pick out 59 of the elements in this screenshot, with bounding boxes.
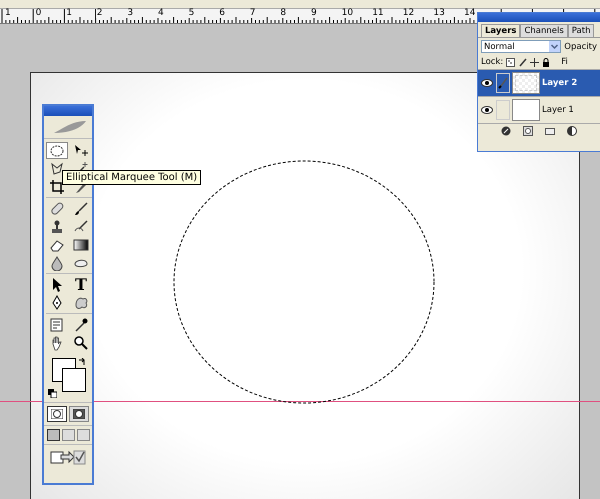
ruler-label: 8 <box>279 9 288 18</box>
fill-label: Fi <box>561 57 568 67</box>
brush-icon[interactable] <box>73 200 89 216</box>
ruler-label: 12 <box>402 9 416 18</box>
ruler-label: 1 <box>65 9 73 18</box>
padlock-icon[interactable] <box>542 58 550 66</box>
layer-row[interactable]: Layer 1 <box>478 96 600 123</box>
feather-logo-icon <box>52 119 88 135</box>
panel-tab[interactable]: Path <box>568 24 594 37</box>
eyedropper-icon[interactable] <box>73 316 89 332</box>
ruler-label: 1 <box>4 9 12 18</box>
blend-mode-dropdown[interactable]: Normal <box>481 40 562 53</box>
lock-transparency-icon[interactable] <box>506 58 516 66</box>
ruler-label: 11 <box>371 9 385 18</box>
standard-mode-button[interactable] <box>47 406 67 422</box>
opacity-label: Opacity <box>564 42 597 52</box>
screen-mode-button[interactable] <box>46 429 60 441</box>
default-colors-icon[interactable] <box>48 389 57 398</box>
ruler-label: 6 <box>218 9 226 18</box>
gradient-icon[interactable] <box>73 236 89 252</box>
custom-shape-icon[interactable] <box>73 294 89 310</box>
ruler-label: 3 <box>126 9 134 18</box>
drop-icon[interactable] <box>49 254 65 270</box>
swap-colors-icon[interactable] <box>78 358 87 367</box>
move-icon[interactable] <box>73 142 89 158</box>
ruler-label: 13 <box>432 9 446 18</box>
panel-tab[interactable]: Layers <box>481 24 520 37</box>
ruler-label: 9 <box>310 9 318 18</box>
layer-mask-icon[interactable] <box>523 126 533 136</box>
folder-icon[interactable] <box>545 126 555 136</box>
brush-icon[interactable] <box>518 58 528 66</box>
ellipse-marquee-icon[interactable] <box>49 142 65 158</box>
layer-style-icon[interactable] <box>501 126 511 136</box>
move-arrows-icon[interactable] <box>530 58 540 66</box>
layer-name: Layer 1 <box>542 105 574 115</box>
dropdown-arrow-icon[interactable] <box>549 41 560 52</box>
stamp-icon[interactable] <box>49 218 65 234</box>
eye-icon[interactable] <box>481 79 493 87</box>
ruler-label: 0 <box>34 9 42 18</box>
notes-icon[interactable] <box>49 316 65 332</box>
adjustment-layer-icon[interactable] <box>567 126 577 136</box>
quick-mask-mode-button[interactable] <box>69 406 89 422</box>
eye-icon[interactable] <box>481 106 493 114</box>
tooltip: Elliptical Marquee Tool (M) <box>62 170 202 185</box>
background-color-swatch[interactable] <box>62 368 86 392</box>
jump-to-app-icon[interactable] <box>49 448 87 466</box>
panel-tab[interactable]: Channels <box>520 24 568 37</box>
ruler-label: 14 <box>463 9 476 18</box>
layer-row[interactable]: Layer 2 <box>478 69 600 96</box>
ruler-label: 4 <box>157 9 165 18</box>
layer-name: Layer 2 <box>542 78 578 88</box>
crop-icon[interactable] <box>49 178 65 194</box>
ruler-label: 5 <box>188 9 196 18</box>
ruler-label: 10 <box>340 9 354 18</box>
lock-label: Lock: <box>481 57 504 67</box>
search-icon[interactable] <box>73 334 89 350</box>
lasso-icon[interactable] <box>49 160 65 176</box>
ruler-label: 7 <box>248 9 257 18</box>
type-tool-button[interactable]: T <box>70 276 92 293</box>
